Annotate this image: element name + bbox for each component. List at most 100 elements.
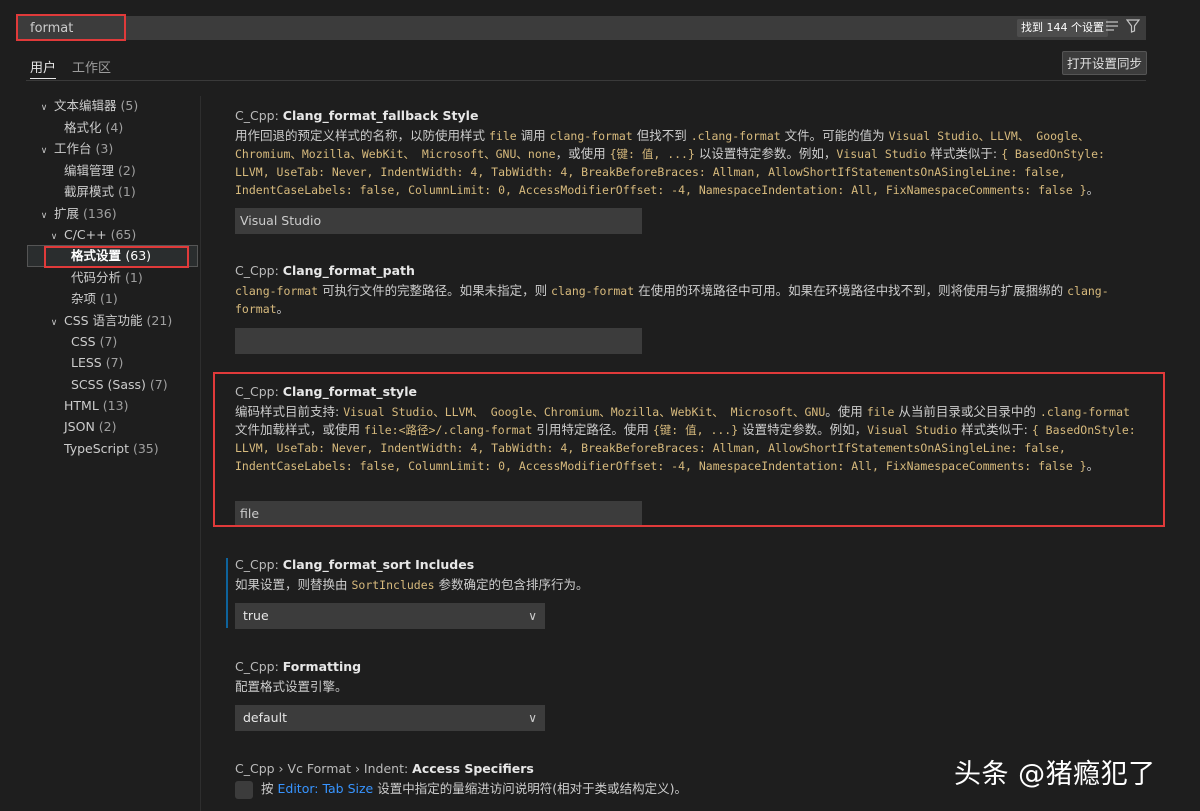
toc-count: (7) <box>99 334 118 349</box>
toc-divider <box>200 96 201 811</box>
toc-item-editor-management[interactable]: 编辑管理 (2) <box>64 160 136 181</box>
desc-text: 文件。可能的值为 <box>780 128 889 143</box>
desc-code: Visual Studio <box>867 423 958 437</box>
toc-item-typescript[interactable]: TypeScript (35) <box>64 438 159 459</box>
toc-label: TypeScript <box>64 441 129 456</box>
toc-item-json[interactable]: JSON (2) <box>64 416 117 437</box>
toc-count: (4) <box>105 120 124 135</box>
watermark: 头条 @猪瘾犯了 <box>954 759 1156 790</box>
setting-category: C_Cpp: <box>235 384 283 399</box>
setting-category: C_Cpp › Vc Format › Indent: <box>235 761 413 776</box>
chevron-down-icon: ∨ <box>40 146 48 156</box>
desc-text: 样式类似于: <box>926 146 1002 161</box>
desc-code: Visual Studio <box>836 147 927 161</box>
setting-name: Clang_format_style <box>282 384 417 399</box>
toc-label: C/C++ <box>63 227 107 242</box>
toc-item-less[interactable]: LESS (7) <box>71 352 123 373</box>
toc-label: JSON <box>64 419 95 434</box>
desc-text: ，或使用 <box>555 146 610 161</box>
toc-item-cpp[interactable]: ∨ C/C++ (65) <box>48 224 137 245</box>
search-result-count: 找到 144 个设置 <box>1017 19 1108 37</box>
desc-text: 以设置特定参数。例如， <box>694 146 837 161</box>
access-specifiers-checkbox[interactable] <box>235 781 253 799</box>
desc-code: clang-format <box>235 284 319 298</box>
desc-code: file:<路径>/.clang-format <box>363 423 533 437</box>
sort-includes-select[interactable]: true ∨ <box>235 603 545 629</box>
toc-item-html[interactable]: HTML (13) <box>64 395 128 416</box>
desc-text: 编码样式目前支持: <box>235 404 344 419</box>
desc-text: 。 <box>1086 458 1100 473</box>
toc-item-workbench[interactable]: ∨ 工作台 (3) <box>38 138 114 159</box>
setting-category: C_Cpp: <box>235 557 283 572</box>
setting-description: 配置格式设置引擎。 <box>235 678 1140 696</box>
setting-description: clang-format 可执行文件的完整路径。如果未指定，则 clang-fo… <box>235 282 1140 318</box>
select-value: true <box>243 608 269 623</box>
desc-text: 参数确定的包含排序行为。 <box>434 577 589 592</box>
toc-count: (5) <box>120 98 139 113</box>
toc-count: (63) <box>125 248 152 263</box>
toc-label: 格式设置 <box>71 248 122 263</box>
setting-clang-format-fallback-style: C_Cpp: Clang_format_fallback Style 用作回退的… <box>235 107 1140 199</box>
toc-item-format-settings[interactable]: 格式设置 (63) <box>71 245 151 266</box>
setting-title: C_Cpp: Clang_format_path <box>235 262 1140 280</box>
desc-text: 在使用的环境路径中可用。如果在环境路径中找不到，则将使用与扩展捆绑的 <box>634 283 1068 298</box>
toc-label: 截屏模式 <box>64 184 115 199</box>
setting-description: 如果设置，则替换由 SortIncludes 参数确定的包含排序行为。 <box>235 576 1140 594</box>
desc-text: 可执行文件的完整路径。如果未指定，则 <box>318 283 552 298</box>
select-value: default <box>243 710 287 725</box>
setting-category: C_Cpp: <box>235 108 283 123</box>
toc-label: 工作台 <box>53 141 92 156</box>
setting-clang-format-style: C_Cpp: Clang_format_style 编码样式目前支持: Visu… <box>235 383 1140 475</box>
toc-item-css[interactable]: CSS (7) <box>71 331 117 352</box>
setting-title: C_Cpp: Formatting <box>235 658 1140 676</box>
editor-tab-size-link[interactable]: Editor: Tab Size <box>277 781 373 796</box>
chevron-down-icon: ∨ <box>50 318 58 328</box>
toc-count: (7) <box>105 355 124 370</box>
tab-workspace[interactable]: 工作区 <box>72 55 111 79</box>
toc-label: 杂项 <box>71 291 97 306</box>
toc-item-code-analysis[interactable]: 代码分析 (1) <box>71 267 143 288</box>
desc-code: .clang-format <box>690 129 781 143</box>
toc-item-scss[interactable]: SCSS (Sass) (7) <box>71 374 168 395</box>
toc-count: (7) <box>149 377 168 392</box>
toc-item-misc[interactable]: 杂项 (1) <box>71 288 118 309</box>
desc-code: file <box>866 405 895 419</box>
turn-on-settings-sync-button[interactable]: 打开设置同步 <box>1062 51 1148 75</box>
toc-count: (21) <box>146 313 173 328</box>
desc-text: 从当前目录或父目录中的 <box>894 404 1040 419</box>
toc-count: (1) <box>118 184 136 199</box>
setting-name: Clang_format_sort Includes <box>282 557 475 572</box>
desc-text: 设置特定参数。例如， <box>738 422 868 437</box>
settings-search-input[interactable] <box>16 16 796 40</box>
formatting-engine-select[interactable]: default ∨ <box>235 705 545 731</box>
fallback-style-input[interactable]: Visual Studio <box>235 208 642 234</box>
desc-code: .clang-format <box>1039 405 1130 419</box>
toc-label: 格式化 <box>64 120 102 135</box>
clear-filter-icon[interactable] <box>1104 19 1122 37</box>
chevron-down-icon: ∨ <box>50 232 58 242</box>
tab-user[interactable]: 用户 <box>30 55 57 79</box>
toc-count: (1) <box>100 291 118 306</box>
desc-text: 但找不到 <box>632 128 691 143</box>
filter-icon[interactable] <box>1124 19 1142 37</box>
clang-format-style-input[interactable]: file <box>235 501 642 527</box>
setting-name: Formatting <box>282 659 362 674</box>
toc-item-css-language-features[interactable]: ∨ CSS 语言功能 (21) <box>48 310 173 331</box>
chevron-down-icon: ∨ <box>528 609 537 623</box>
chevron-down-icon: ∨ <box>40 103 48 113</box>
toc-label: LESS <box>71 355 102 370</box>
tabs-divider <box>26 80 1146 81</box>
desc-text: 用作回退的预定义样式的名称，以防使用样式 <box>235 128 489 143</box>
toc-count: (2) <box>98 419 117 434</box>
desc-code: clang-format <box>551 284 635 298</box>
clang-format-path-input[interactable] <box>235 328 642 354</box>
setting-name: Clang_format_path <box>282 263 415 278</box>
desc-text: 按 <box>261 781 278 796</box>
toc-item-extensions[interactable]: ∨ 扩展 (136) <box>38 203 117 224</box>
toc-label: CSS 语言功能 <box>63 313 143 328</box>
setting-title: C_Cpp: Clang_format_style <box>235 383 1140 401</box>
toc-item-text-editor[interactable]: ∨ 文本编辑器 (5) <box>38 95 139 116</box>
desc-text: 设置中指定的量缩进访问说明符(相对于类或结构定义)。 <box>373 781 687 796</box>
toc-item-screencast-mode[interactable]: 截屏模式 (1) <box>64 181 136 202</box>
toc-item-formatting[interactable]: 格式化 (4) <box>64 117 123 138</box>
